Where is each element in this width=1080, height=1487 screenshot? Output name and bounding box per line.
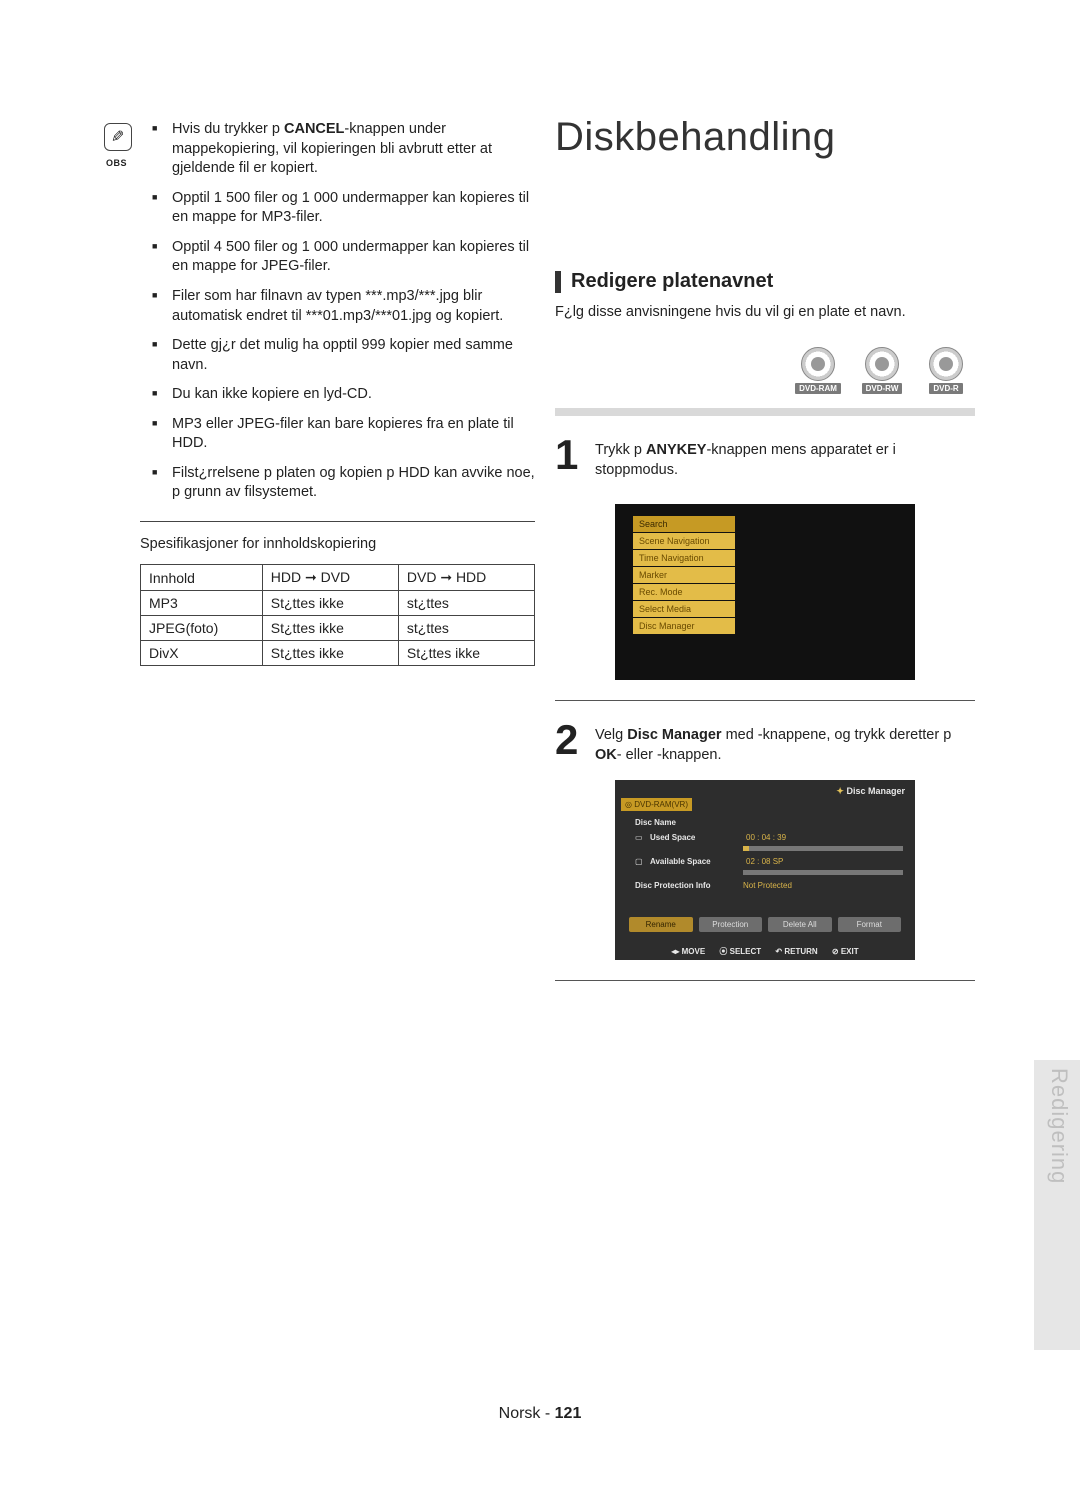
divider — [555, 980, 975, 981]
table-row: DivX St¿ttes ikke St¿ttes ikke — [141, 641, 535, 666]
chapter-title: Diskbehandling — [555, 115, 975, 160]
th-hdd-dvd: HDD ➞ DVD — [262, 565, 398, 591]
disc-compatibility-icons: DVD-RAM DVD-RW DVD-R — [555, 347, 975, 394]
available-space-icon: ▢ — [635, 857, 647, 866]
divider — [555, 700, 975, 701]
disc-label: DVD-RAM — [795, 383, 841, 394]
screenshot-disc-manager: Disc Manager DVD-RAM(VR) Disc Name ▭ Use… — [615, 780, 915, 960]
menu-item: Scene Navigation — [633, 533, 735, 549]
note-item: Opptil 1 500 filer og 1 000 undermapper … — [172, 189, 535, 228]
spec-table: Innhold HDD ➞ DVD DVD ➞ HDD MP3 St¿ttes … — [140, 564, 535, 666]
step-text: Velg Disc Manager med -knappene, og tryk… — [595, 721, 975, 766]
delete-all-button: Delete All — [768, 917, 832, 932]
screenshot-anykey-menu: Search Scene Navigation Time Navigation … — [615, 504, 915, 680]
protection-button: Protection — [699, 917, 763, 932]
menu-item: Select Media — [633, 601, 735, 617]
disc-badge: DVD-RW — [853, 347, 911, 394]
disc-icon — [801, 347, 835, 381]
note-item: Hvis du trykker p CANCEL-knappen under m… — [172, 120, 535, 179]
step-number: 2 — [555, 721, 585, 766]
rename-button: Rename — [629, 917, 693, 932]
notes-list: Hvis du trykker p CANCEL-knappen under m… — [140, 120, 535, 503]
step-text: Trykk p ANYKEY-knappen mens apparatet er… — [595, 436, 975, 481]
obs-label: OBS — [106, 158, 127, 168]
disc-badge: DVD-R — [917, 347, 975, 394]
th-content: Innhold — [141, 565, 263, 591]
th-dvd-hdd: DVD ➞ HDD — [398, 565, 534, 591]
note-item: Filer som har filnavn av typen ***.mp3/*… — [172, 287, 535, 326]
menu-item: Rec. Mode — [633, 584, 735, 600]
note-item: Filst¿rrelsene p platen og kopien p HDD … — [172, 464, 535, 503]
format-button: Format — [838, 917, 902, 932]
used-bar — [743, 846, 903, 851]
note-item: Dette gj¿r det mulig ha opptil 999 kopie… — [172, 336, 535, 375]
anykey-menu: Search Scene Navigation Time Navigation … — [633, 516, 735, 635]
step-number: 1 — [555, 436, 585, 481]
disc-icon — [929, 347, 963, 381]
step: 1 Trykk p ANYKEY-knappen mens apparatet … — [555, 436, 975, 481]
disc-label: DVD-RW — [862, 383, 903, 394]
info-row: Disc Name — [635, 818, 901, 827]
info-row: ▢ Available Space 02 : 08 SP — [635, 857, 901, 866]
section-bar-icon — [555, 271, 561, 293]
button-row: Rename Protection Delete All Format — [629, 917, 901, 932]
table-row: JPEG(foto) St¿ttes ikke st¿ttes — [141, 616, 535, 641]
disc-manager-title: Disc Manager — [836, 786, 905, 797]
note-item: Du kan ikke kopiere en lyd-CD. — [172, 385, 535, 405]
note-item: Opptil 4 500 filer og 1 000 undermapper … — [172, 238, 535, 277]
menu-item: Search — [633, 516, 735, 532]
disc-label: DVD-R — [929, 383, 962, 394]
nav-hint-row: ◂▸ MOVE ⦿ SELECT ↶ RETURN ⊘ EXIT — [615, 946, 915, 957]
spec-caption: Spesifikasjoner for innholdskopiering — [140, 536, 535, 552]
note-item: MP3 eller JPEG-filer kan bare kopieres f… — [172, 415, 535, 454]
grey-rule — [555, 408, 975, 416]
info-row: ▭ Used Space 00 : 04 : 39 — [635, 833, 901, 842]
menu-item: Time Navigation — [633, 550, 735, 566]
media-label: DVD-RAM(VR) — [621, 798, 692, 811]
table-row: MP3 St¿ttes ikke st¿ttes — [141, 591, 535, 616]
used-space-icon: ▭ — [635, 833, 647, 842]
divider — [140, 521, 535, 522]
side-tab-label: Redigering — [1046, 1068, 1072, 1184]
menu-item: Disc Manager — [633, 618, 735, 634]
menu-item: Marker — [633, 567, 735, 583]
available-bar — [743, 870, 903, 875]
section-intro: F¿lg disse anvisningene hvis du vil gi e… — [555, 303, 975, 323]
disc-icon — [865, 347, 899, 381]
page-footer: Norsk - 121 — [0, 1405, 1080, 1423]
disc-badge: DVD-RAM — [789, 347, 847, 394]
info-row: Disc Protection Info Not Protected — [635, 881, 901, 890]
table-row: Innhold HDD ➞ DVD DVD ➞ HDD — [141, 565, 535, 591]
pencil-note-icon — [104, 123, 132, 151]
step: 2 Velg Disc Manager med -knappene, og tr… — [555, 721, 975, 766]
section-title: Redigere platenavnet — [571, 270, 773, 293]
